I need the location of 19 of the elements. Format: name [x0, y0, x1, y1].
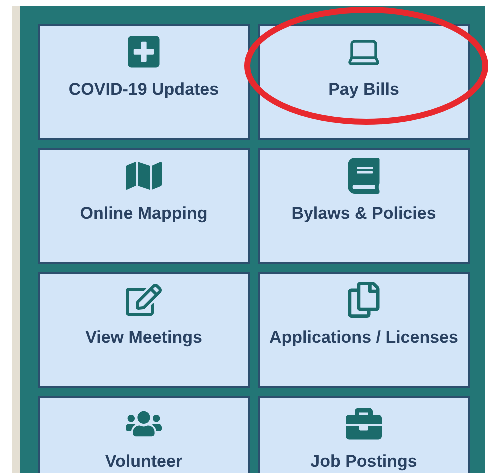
tile-label: COVID-19 Updates: [68, 80, 220, 100]
link-tile[interactable]: Bylaws & Policies: [258, 148, 470, 264]
link-tile[interactable]: Applications / Licenses: [258, 272, 470, 388]
book-icon: [346, 158, 382, 194]
link-tile[interactable]: Pay Bills: [258, 24, 470, 140]
tile-label: Pay Bills: [328, 80, 400, 100]
link-tile[interactable]: Online Mapping: [38, 148, 250, 264]
tile-label: View Meetings: [84, 328, 204, 348]
tile-label: Online Mapping: [79, 204, 209, 224]
link-tile[interactable]: COVID-19 Updates: [38, 24, 250, 140]
briefcase-icon: [346, 406, 382, 442]
tile-label: Bylaws & Policies: [290, 204, 438, 224]
tile-label: Job Postings: [310, 452, 418, 472]
tile-label: Volunteer: [104, 452, 184, 472]
link-tile[interactable]: Volunteer: [38, 396, 250, 473]
documents-icon: [346, 282, 382, 318]
link-tile[interactable]: View Meetings: [38, 272, 250, 388]
tile-label: Applications / Licenses: [268, 328, 460, 348]
link-tile[interactable]: Job Postings: [258, 396, 470, 473]
